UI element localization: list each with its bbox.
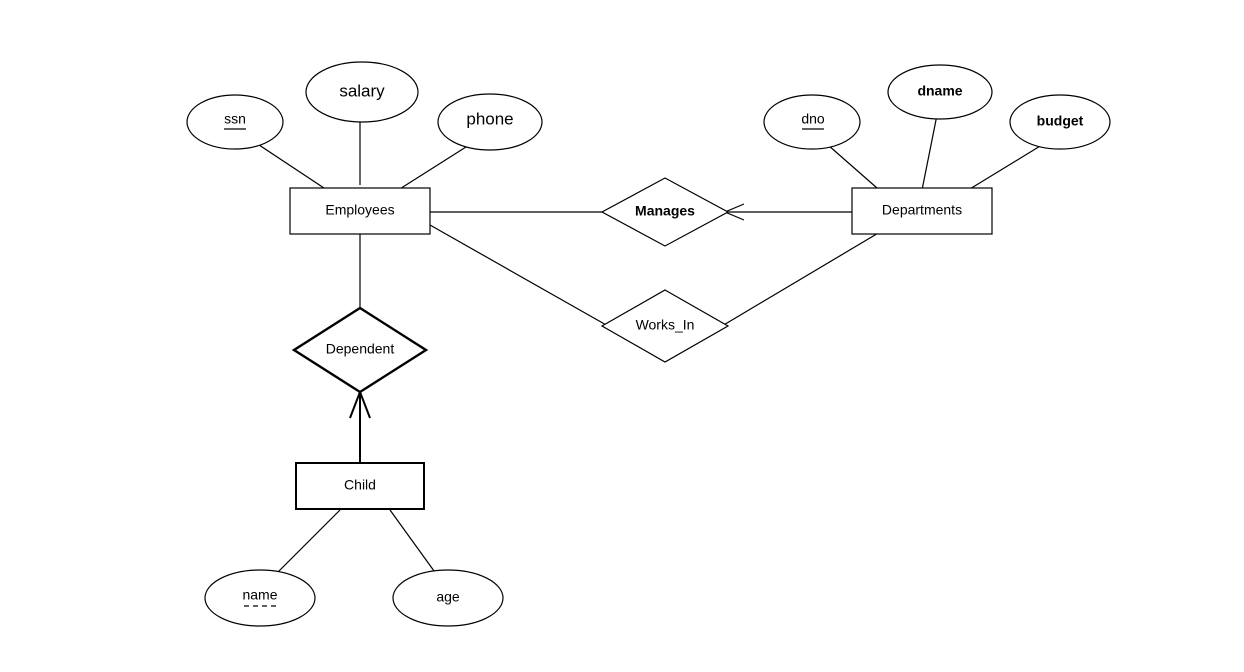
svg-text:budget: budget [1037, 113, 1084, 129]
svg-text:name: name [242, 587, 277, 603]
svg-text:Employees: Employees [325, 202, 394, 218]
entity-departments: Departments [852, 188, 992, 234]
er-diagram: ssn salary phone dno dname budget name a… [0, 0, 1244, 672]
attr-phone: phone [438, 94, 542, 150]
svg-text:salary: salary [339, 81, 385, 100]
svg-text:Dependent: Dependent [326, 341, 395, 357]
entity-child: Child [296, 463, 424, 509]
svg-text:phone: phone [466, 109, 513, 128]
svg-text:age: age [436, 589, 460, 605]
svg-text:Manages: Manages [635, 203, 695, 219]
svg-text:Departments: Departments [882, 202, 962, 218]
svg-text:dno: dno [801, 111, 825, 127]
attr-age: age [393, 570, 503, 626]
relationship-dependent: Dependent [294, 308, 426, 392]
edge-worksin-departments [722, 232, 880, 326]
svg-text:Child: Child [344, 477, 376, 493]
relationship-worksin: Works_In [602, 290, 728, 362]
svg-text:dname: dname [917, 83, 962, 99]
edge-employees-worksin [430, 225, 608, 326]
attr-budget: budget [1010, 95, 1110, 149]
edge-departments-budget [960, 140, 1050, 195]
attr-name: name [205, 570, 315, 626]
attr-dno: dno [764, 95, 860, 149]
svg-text:Works_In: Works_In [636, 317, 695, 333]
svg-text:ssn: ssn [224, 111, 246, 127]
relationship-manages: Manages [602, 178, 728, 246]
attr-dname: dname [888, 65, 992, 119]
edge-child-name [270, 510, 340, 580]
edge-employees-phone [395, 140, 477, 192]
entity-employees: Employees [290, 188, 430, 234]
edge-departments-dname [922, 115, 937, 190]
attr-ssn: ssn [187, 95, 283, 149]
attr-salary: salary [306, 62, 418, 122]
